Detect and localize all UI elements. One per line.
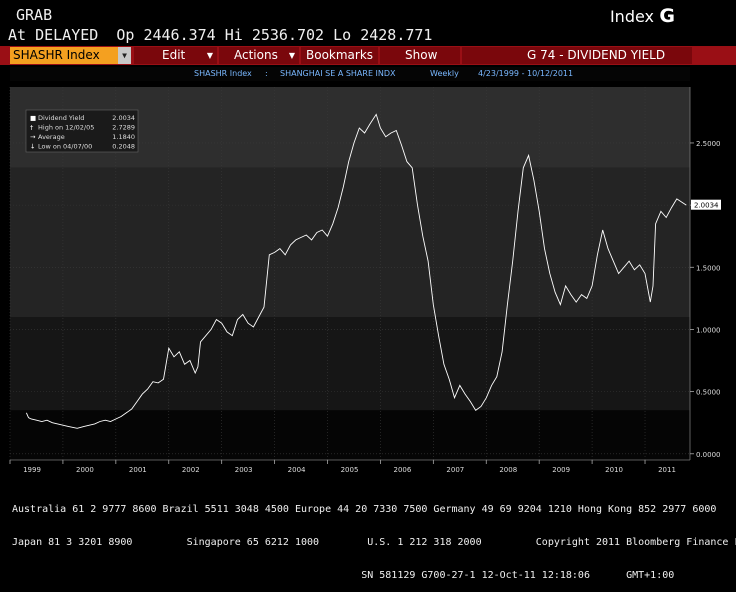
legend-symbol-icon: ↓ <box>30 143 35 151</box>
chart-title-separator: : <box>265 69 268 78</box>
x-tick-label: 2006 <box>394 466 412 474</box>
legend-symbol-icon: ■ <box>30 114 36 122</box>
legend-value: 1.1840 <box>112 133 135 141</box>
legend-label: Average <box>38 133 65 141</box>
chart-frequency: Weekly <box>430 69 459 78</box>
x-tick-label: 2008 <box>499 466 517 474</box>
dividend-yield-chart: 0.00000.50001.00001.50002.00002.5000 199… <box>9 87 721 474</box>
x-tick-label: 2003 <box>235 466 253 474</box>
market-sector-label: Index <box>609 7 654 26</box>
background-band <box>10 317 690 411</box>
legend-label: High on 12/02/05 <box>38 124 94 132</box>
last-value-tag: 2.0034 <box>691 199 721 210</box>
actions-menu-label: Actions <box>234 48 278 62</box>
y-tick-label: 1.0000 <box>696 326 721 334</box>
show-menu-label: Show <box>405 48 438 62</box>
legend-label: Low on 04/07/00 <box>38 143 92 151</box>
function-title-label: G 74 - DIVIDEND YIELD <box>527 48 666 62</box>
last-value-text: 2.0034 <box>694 202 719 210</box>
header-bar: GRAB At DELAYED Op 2446.374 Hi 2536.702 … <box>0 0 736 46</box>
x-tick-label: 2007 <box>446 466 464 474</box>
legend-value: 0.2048 <box>112 143 135 151</box>
legend-value: 2.0034 <box>112 114 135 122</box>
bookmarks-menu-label: Bookmarks <box>306 48 374 62</box>
x-tick-label: 2002 <box>182 466 200 474</box>
chart-security-name: SHANGHAI SE A SHARE INDX <box>280 69 396 78</box>
chart-ticker: SHASHR Index <box>194 69 252 78</box>
command-line: GRAB <box>16 6 53 24</box>
edit-menu[interactable]: Edit ▼ <box>134 47 217 64</box>
ticker-input[interactable]: SHASHR Index <box>10 47 118 64</box>
footer: Australia 61 2 9777 8600 Brazil 5511 304… <box>0 482 736 592</box>
y-tick-label: 2.5000 <box>696 140 721 148</box>
legend-symbol-icon: → <box>30 133 36 141</box>
background-band <box>10 410 690 460</box>
legend-value: 2.7289 <box>112 124 135 132</box>
footer-line-3: SN 581129 G700-27-1 12-Oct-11 12:18:06 G… <box>12 570 675 581</box>
actions-menu[interactable]: Actions ▼ <box>219 47 299 64</box>
x-tick-label: 2005 <box>341 466 359 474</box>
x-tick-label: 2000 <box>76 466 94 474</box>
chart-title-bar: SHASHR Index : SHANGHAI SE A SHARE INDX … <box>10 67 690 81</box>
y-tick-label: 0.0000 <box>696 451 721 459</box>
x-tick-label: 2010 <box>605 466 623 474</box>
y-tick-label: 1.5000 <box>696 264 721 272</box>
chart-date-range: 4/23/1999 - 10/12/2011 <box>478 69 574 78</box>
footer-line-1: Australia 61 2 9777 8600 Brazil 5511 304… <box>12 504 717 515</box>
chevron-down-icon: ▼ <box>288 51 295 60</box>
ticker-dropdown-icon[interactable]: ▼ <box>118 47 131 64</box>
bookmarks-menu[interactable]: Bookmarks <box>301 47 378 64</box>
x-tick-label: 2011 <box>658 466 676 474</box>
y-tick-label: 0.5000 <box>696 389 721 397</box>
status-line: At DELAYED Op 2446.374 Hi 2536.702 Lo 24… <box>8 26 433 44</box>
x-tick-label: 2004 <box>288 466 306 474</box>
x-tick-label: 2001 <box>129 466 147 474</box>
legend-label: Dividend Yield <box>38 114 84 122</box>
function-title: G 74 - DIVIDEND YIELD <box>462 47 692 64</box>
bloomberg-logo: G <box>659 5 675 27</box>
chevron-down-icon: ▼ <box>206 51 213 60</box>
x-tick-label: 2009 <box>552 466 570 474</box>
chart-legend: ■ Dividend Yield 2.0034† High on 12/02/05 2.… <box>25 109 139 153</box>
footer-line-2: Japan 81 3 3201 8900 Singapore 65 6212 1… <box>12 537 736 548</box>
edit-menu-label: Edit <box>162 48 186 62</box>
show-menu[interactable]: Show <box>380 47 460 64</box>
x-tick-label: 1999 <box>23 466 41 474</box>
